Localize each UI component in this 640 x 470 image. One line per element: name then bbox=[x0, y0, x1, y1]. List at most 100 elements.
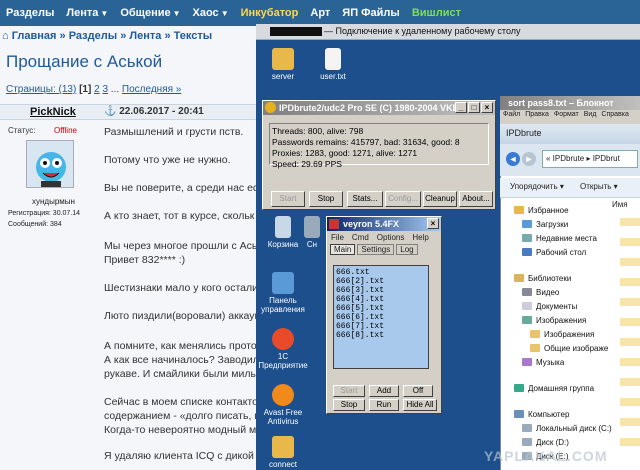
video-icon bbox=[522, 288, 532, 296]
veyron-titlebar[interactable]: veyron 5.4FX × bbox=[327, 217, 441, 231]
stop-button[interactable]: Stop bbox=[333, 399, 365, 411]
list-item[interactable]: 666[8].txt bbox=[336, 331, 426, 340]
menu-help[interactable]: Справка bbox=[601, 111, 628, 118]
menu-view[interactable]: Вид bbox=[584, 111, 597, 118]
ipdbrute-window[interactable]: IPDbrute2/udc2 Pro SE (C) 1980-2004 VKE … bbox=[262, 100, 496, 210]
about-button[interactable]: About... bbox=[459, 191, 493, 207]
file-list[interactable]: 666.txt 666[2].txt 666[3].txt 666[4].txt… bbox=[333, 265, 429, 369]
explorer-titlebar[interactable]: IPDbrute bbox=[500, 124, 640, 144]
explorer-toolbar: Упорядочить ▾ Открыть ▾ bbox=[500, 178, 640, 198]
nav-public-pictures[interactable]: Общие изображе bbox=[530, 344, 608, 353]
menu-help[interactable]: Help bbox=[412, 233, 428, 242]
nav-talk[interactable]: Общение ▼ bbox=[120, 7, 180, 19]
notepad-titlebar[interactable]: sort pass8.txt – Блокнот bbox=[500, 96, 640, 110]
page-title: Прощание с Аськой bbox=[6, 52, 163, 71]
desktop-icon-server[interactable]: server bbox=[258, 48, 308, 81]
tab-settings[interactable]: Settings bbox=[357, 244, 395, 255]
maximize-button[interactable]: □ bbox=[468, 102, 480, 113]
pager-page-3[interactable]: 3 bbox=[102, 84, 108, 95]
breadcrumb-feed[interactable]: Лента bbox=[129, 30, 161, 42]
pager-page-2[interactable]: 2 bbox=[94, 84, 100, 95]
stop-button[interactable]: Stop bbox=[309, 191, 343, 207]
nav-pictures[interactable]: Изображения bbox=[522, 316, 586, 325]
explorer-nav: ◄ ► « IPDbrute ▸ IPDbrut bbox=[500, 144, 640, 176]
tab-main[interactable]: Main bbox=[330, 244, 356, 255]
veyron-window[interactable]: veyron 5.4FX × File Cmd Options Help Mai… bbox=[326, 216, 442, 414]
forward-icon[interactable]: ► bbox=[522, 152, 536, 166]
nav-recent[interactable]: Недавние места bbox=[522, 234, 597, 243]
nav-libraries[interactable]: Библиотеки bbox=[514, 274, 571, 283]
pager-last[interactable]: Последняя » bbox=[122, 84, 181, 95]
nav-files[interactable]: ЯП Файлы bbox=[342, 7, 400, 19]
pictures-icon bbox=[522, 316, 532, 324]
close-button[interactable]: × bbox=[481, 102, 493, 113]
list-item[interactable]: 666[2].txt bbox=[336, 277, 426, 286]
menu-options[interactable]: Options bbox=[377, 233, 405, 242]
menu-file[interactable]: Файл bbox=[503, 111, 520, 118]
desktop-icon-avast[interactable]: Avast Free Antivirus bbox=[256, 384, 310, 426]
close-button[interactable]: × bbox=[427, 218, 439, 229]
back-icon[interactable]: ◄ bbox=[506, 152, 520, 166]
avatar[interactable] bbox=[26, 140, 74, 188]
desktop-icon-control-panel[interactable]: Панель управления bbox=[258, 272, 308, 314]
minimize-button[interactable]: _ bbox=[455, 102, 467, 113]
list-item[interactable]: 666[5].txt bbox=[336, 304, 426, 313]
open-button[interactable]: Открыть ▾ bbox=[580, 182, 618, 191]
breadcrumb-sections[interactable]: Разделы bbox=[69, 30, 117, 42]
menu-format[interactable]: Формат bbox=[554, 111, 579, 118]
run-button[interactable]: Run bbox=[369, 399, 399, 411]
start-button[interactable]: Start bbox=[271, 191, 305, 207]
nav-drive-c[interactable]: Локальный диск (C:) bbox=[522, 424, 612, 433]
nav-computer[interactable]: Компьютер bbox=[514, 410, 569, 419]
nav-feed[interactable]: Лента ▼ bbox=[66, 7, 108, 19]
start-button[interactable]: Start bbox=[333, 385, 365, 397]
nav-downloads[interactable]: Загрузки bbox=[522, 220, 568, 229]
config-button[interactable]: Config... bbox=[385, 191, 421, 207]
nav-my-pictures[interactable]: Изображения bbox=[530, 330, 594, 339]
nav-incubator[interactable]: Инкубатор bbox=[241, 7, 299, 19]
post-author[interactable]: PickNick bbox=[30, 106, 76, 118]
off-button[interactable]: Off bbox=[403, 385, 433, 397]
list-item[interactable]: 666[6].txt bbox=[336, 313, 426, 322]
list-item[interactable]: 666[3].txt bbox=[336, 286, 426, 295]
desktop-icon-partial[interactable]: Сн bbox=[300, 216, 324, 249]
message-count: Сообщений: 384 bbox=[8, 221, 62, 228]
drive-icon bbox=[522, 438, 532, 446]
chevron-down-icon: ▼ bbox=[220, 9, 229, 18]
add-button[interactable]: Add bbox=[369, 385, 399, 397]
list-item[interactable]: 666.txt bbox=[336, 268, 426, 277]
desktop-icon-1c[interactable]: 1С Предприятие bbox=[258, 328, 308, 370]
nav-favorites[interactable]: Избранное bbox=[514, 206, 569, 215]
nav-sections[interactable]: Разделы bbox=[6, 7, 54, 19]
ipdbrute-titlebar[interactable]: IPDbrute2/udc2 Pro SE (C) 1980-2004 VKE … bbox=[263, 101, 495, 115]
breadcrumb-texts[interactable]: Тексты bbox=[174, 30, 213, 42]
desktop-icon-user-txt[interactable]: user.txt bbox=[308, 48, 358, 81]
nav-drive-d[interactable]: Диск (D:) bbox=[522, 438, 569, 447]
desktop-icon-connect[interactable]: connect bbox=[258, 436, 308, 469]
address-bar[interactable]: « IPDbrute ▸ IPDbrut bbox=[542, 150, 638, 168]
breadcrumb-home[interactable]: Главная bbox=[12, 30, 57, 42]
tab-log[interactable]: Log bbox=[396, 244, 418, 255]
nav-wishlist[interactable]: Вишлист bbox=[412, 7, 461, 19]
stats-button[interactable]: Stats... bbox=[347, 191, 383, 207]
post-line: Мы через многое прошли с Аськ bbox=[104, 240, 256, 252]
cleanup-button[interactable]: Cleanup bbox=[423, 191, 457, 207]
nav-homegroup[interactable]: Домашняя группа bbox=[514, 384, 594, 393]
nav-documents[interactable]: Документы bbox=[522, 302, 577, 311]
nav-chaos[interactable]: Хаос ▼ bbox=[193, 7, 229, 19]
nav-art[interactable]: Арт bbox=[310, 7, 330, 19]
organize-button[interactable]: Упорядочить ▾ bbox=[510, 182, 564, 191]
list-item[interactable]: 666[4].txt bbox=[336, 295, 426, 304]
menu-edit[interactable]: Правка bbox=[525, 111, 549, 118]
nav-music[interactable]: Музыка bbox=[522, 358, 564, 367]
hide-all-button[interactable]: Hide All bbox=[403, 399, 437, 411]
menu-cmd[interactable]: Cmd bbox=[352, 233, 369, 242]
menu-file[interactable]: File bbox=[331, 233, 344, 242]
nav-video[interactable]: Видео bbox=[522, 288, 559, 297]
file-list-strip[interactable] bbox=[620, 210, 640, 450]
notepad-window[interactable]: sort pass8.txt – Блокнот Файл Правка Фор… bbox=[500, 96, 640, 124]
anchor-icon[interactable]: ⚓ bbox=[104, 106, 119, 117]
column-header-name[interactable]: Имя bbox=[612, 200, 628, 209]
list-item[interactable]: 666[7].txt bbox=[336, 322, 426, 331]
nav-desktop[interactable]: Рабочий стол bbox=[522, 248, 586, 257]
